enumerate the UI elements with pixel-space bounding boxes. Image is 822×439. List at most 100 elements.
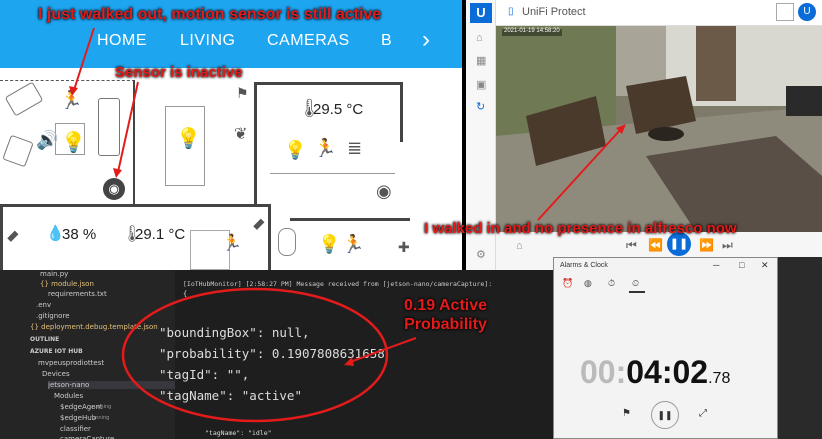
- tree-item-selected[interactable]: jetson-nano: [48, 381, 175, 389]
- camera-timestamp: 2021-01-19 14:58:20: [504, 28, 560, 34]
- humidity-reading: 38 %: [62, 226, 97, 243]
- tree-item[interactable]: {} deployment.debug.template.json: [30, 323, 158, 331]
- remote-icon[interactable]: ▬: [2, 226, 23, 247]
- blinds-icon[interactable]: ≣: [347, 138, 362, 159]
- output-header: [IoTHubMonitor] [2:58:27 PM] Message rec…: [183, 280, 493, 288]
- motion-sensor-icon: 🏃: [314, 138, 337, 159]
- leaf-icon: ❦: [234, 124, 248, 143]
- armchair: [4, 81, 44, 117]
- wall: [0, 204, 270, 207]
- sofa: [98, 98, 120, 156]
- wall: [268, 204, 271, 270]
- wall: [400, 82, 403, 142]
- expand-icon[interactable]: ⤢: [699, 408, 707, 419]
- nav-cameras[interactable]: CAMERAS: [267, 32, 350, 50]
- protect-header: ▯ UniFi Protect U: [496, 0, 822, 26]
- json-brace: {: [183, 290, 188, 298]
- rewind-icon[interactable]: ⏪: [648, 238, 663, 252]
- camera-avatar-icon: ▯: [508, 6, 514, 17]
- light-bulb-icon[interactable]: 💡: [318, 234, 340, 255]
- alarms-clock-window: Alarms & Clock ─ □ ✕ ⏰ ◍ ⏱ ⏲ 00:04:02.78…: [553, 257, 778, 439]
- pendant-light-icon[interactable]: ⚑: [236, 86, 249, 102]
- section-outline[interactable]: OUTLINE: [30, 336, 59, 343]
- json-line: "boundingBox": null,: [159, 325, 310, 340]
- wall: [133, 80, 135, 205]
- skip-forward-icon[interactable]: ⏭: [722, 238, 733, 253]
- json-line: "probability": 0.1907808631658: [159, 346, 385, 361]
- alarm-icon[interactable]: ⏰: [562, 278, 573, 289]
- camera-feed[interactable]: 2021-01-19 14:58:20: [496, 26, 822, 232]
- active-tab-indicator: [629, 291, 645, 293]
- annotation-probability: 0.19 Active Probability: [404, 297, 488, 333]
- temperature-bedroom: 29.1 °C: [135, 226, 186, 243]
- annotation-top-left: I just walked out, motion sensor is stil…: [38, 6, 382, 23]
- home-icon[interactable]: ⌂: [476, 32, 483, 44]
- light-bulb-icon[interactable]: 💡: [284, 140, 306, 161]
- nav-home[interactable]: HOME: [97, 32, 147, 50]
- tree-item[interactable]: main.py: [40, 270, 68, 278]
- output-panel: [IoTHubMonitor] [2:58:27 PM] Message rec…: [159, 270, 553, 439]
- floor-plan: 🏃 🔊 💡 ◉ 💡 ⚑ ❦ 🌡 29.5 °C 💡 🏃 ≣ ◉ ▬ 💧 38 %…: [0, 68, 462, 270]
- motion-sensor-icon: 🏃: [222, 233, 242, 252]
- tree-item[interactable]: {} module.json: [40, 280, 94, 288]
- nav-right-chevron-icon[interactable]: ›: [422, 26, 431, 54]
- tree-item[interactable]: requirements.txt: [48, 290, 107, 298]
- tree-status: running: [92, 404, 112, 410]
- window-restore-icon[interactable]: [776, 3, 794, 21]
- wall: [290, 218, 410, 221]
- tree-item[interactable]: .env: [36, 301, 51, 309]
- light-bulb-icon[interactable]: 💡: [61, 130, 86, 154]
- nav-next-tab[interactable]: B: [381, 32, 392, 50]
- desktop-background: [778, 257, 822, 439]
- armchair: [2, 134, 34, 168]
- stopwatch-time: 04:02: [626, 354, 709, 390]
- tree-item[interactable]: classifier: [60, 425, 91, 433]
- json-line: "tagId": "",: [159, 367, 250, 382]
- nav-living[interactable]: LIVING: [180, 32, 235, 50]
- ubiquiti-logo-icon: U: [470, 3, 492, 23]
- annotation-sensor: Sensor is inactive: [115, 64, 243, 81]
- remote-icon[interactable]: ▬: [248, 214, 269, 235]
- tree-item[interactable]: Devices: [42, 370, 70, 378]
- vscode-explorer: main.py {} module.json requirements.txt …: [0, 270, 175, 439]
- wall: [254, 82, 257, 204]
- tree-item[interactable]: mvpeusprodiottest: [38, 359, 104, 367]
- timer-icon[interactable]: ⏱: [608, 278, 615, 289]
- stopwatch-fraction: .78: [708, 370, 731, 387]
- motion-sensor-icon: 🏃: [60, 90, 83, 111]
- section-azure-iot-hub[interactable]: AZURE IOT HUB: [30, 348, 83, 355]
- close-button[interactable]: ✕: [761, 260, 769, 271]
- maximize-button[interactable]: □: [739, 260, 744, 270]
- tree-item[interactable]: Modules: [54, 392, 83, 400]
- stopwatch-display: 00:04:02.78: [580, 354, 730, 391]
- history-icon[interactable]: ↻: [476, 100, 485, 113]
- minimize-button[interactable]: ─: [713, 260, 719, 270]
- wall: [254, 82, 402, 85]
- flag-lap-icon[interactable]: ⚑: [622, 408, 631, 419]
- json-line: "tagName": "active": [159, 388, 302, 403]
- pause-button[interactable]: ❚❚: [651, 401, 679, 429]
- forward-icon[interactable]: ⏩: [699, 238, 714, 252]
- motion-sensor-icon: 🏃: [342, 234, 365, 255]
- settings-icon[interactable]: ⚙: [476, 248, 486, 261]
- light-bulb-icon[interactable]: 💡: [176, 126, 201, 150]
- tree-item[interactable]: .gitignore: [36, 312, 70, 320]
- eye-icon[interactable]: ◉: [103, 178, 125, 200]
- home-icon[interactable]: ⌂: [516, 240, 523, 252]
- camera-scene: [496, 26, 822, 232]
- user-avatar-icon[interactable]: U: [798, 3, 816, 21]
- tree-item[interactable]: cameraCapture: [60, 435, 114, 439]
- stopwatch-hours: 00:: [580, 354, 627, 390]
- skip-back-icon[interactable]: ⏮: [626, 238, 637, 253]
- fan-icon: ✚: [398, 240, 410, 256]
- protect-title: UniFi Protect: [522, 6, 586, 18]
- eye-icon[interactable]: ◉: [376, 181, 392, 202]
- world-clock-icon[interactable]: ◍: [584, 278, 592, 289]
- speaker-icon: 🔊: [36, 130, 59, 151]
- temperature-living: 29.5 °C: [313, 101, 364, 118]
- grid-icon[interactable]: ▦: [476, 54, 486, 67]
- window-title: Alarms & Clock: [560, 262, 608, 269]
- stopwatch-icon[interactable]: ⏲: [632, 278, 639, 289]
- camera-icon[interactable]: ▣: [476, 78, 486, 91]
- annotation-camera: I walked in and no presence in alfresco …: [424, 220, 737, 237]
